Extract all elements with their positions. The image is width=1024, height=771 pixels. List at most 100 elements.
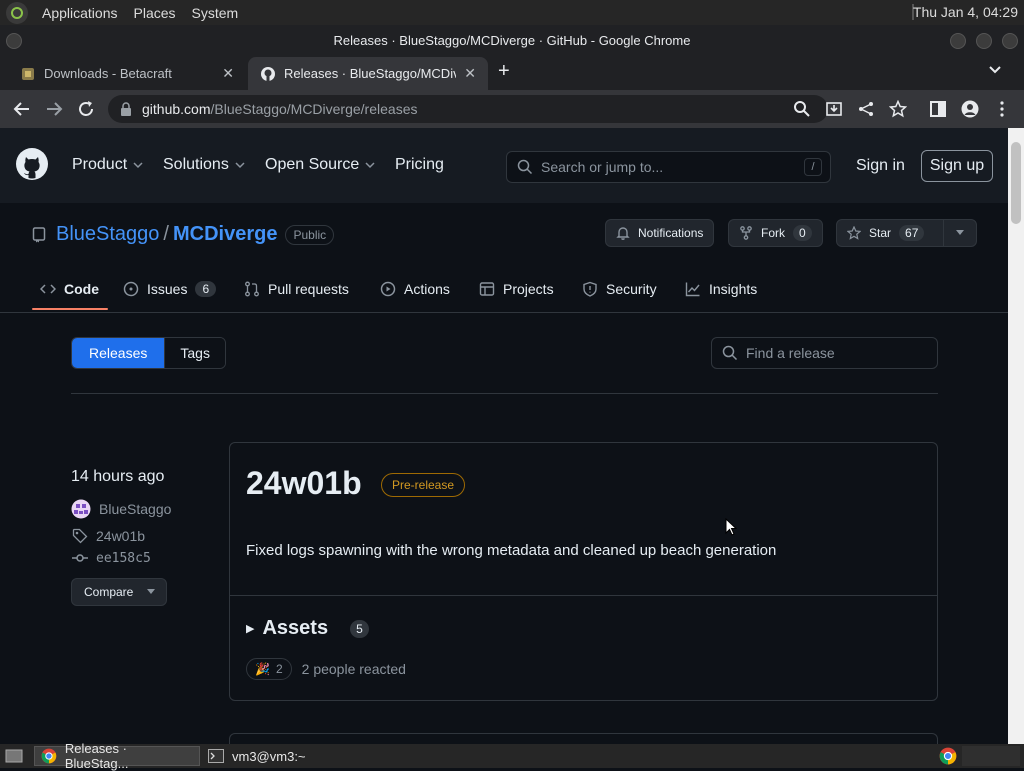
tab-label: Downloads - Betacraft bbox=[44, 66, 172, 81]
author-name: BlueStaggo bbox=[99, 501, 172, 517]
terminal-icon bbox=[208, 749, 224, 763]
find-release-input[interactable]: Find a release bbox=[711, 337, 938, 369]
release-commit-link[interactable]: ee158c5 bbox=[72, 550, 151, 566]
triangle-right-icon: ▶ bbox=[246, 623, 255, 635]
issues-count: 6 bbox=[195, 281, 217, 297]
sign-in-link[interactable]: Sign in bbox=[856, 157, 905, 175]
search-icon bbox=[517, 159, 533, 175]
taskbar-item-label: vm3@vm3:~ bbox=[232, 748, 306, 764]
minimize-icon[interactable] bbox=[950, 33, 966, 49]
sign-up-button[interactable]: Sign up bbox=[921, 150, 993, 182]
nav-pricing[interactable]: Pricing bbox=[395, 156, 444, 174]
table-icon bbox=[479, 282, 495, 296]
tray-chrome-icon[interactable] bbox=[936, 746, 960, 766]
close-window-icon[interactable] bbox=[1002, 33, 1018, 49]
tab-projects[interactable]: Projects bbox=[479, 281, 554, 297]
tab-releases[interactable]: Releases · BlueStaggo/MCDiv ✕ bbox=[248, 57, 488, 90]
chrome-icon bbox=[41, 748, 57, 764]
maximize-icon[interactable] bbox=[976, 33, 992, 49]
party-popper-icon: 🎉 bbox=[255, 662, 270, 676]
repo-name-link[interactable]: MCDiverge bbox=[173, 223, 277, 246]
star-list-dropdown[interactable] bbox=[943, 219, 977, 247]
compare-button[interactable]: Compare bbox=[71, 578, 167, 606]
repo-owner-link[interactable]: BlueStaggo bbox=[56, 223, 159, 246]
reaction-button[interactable]: 🎉 2 bbox=[246, 658, 292, 680]
taskbar-item-terminal[interactable]: vm3@vm3:~ bbox=[202, 746, 368, 766]
new-tab-icon[interactable]: + bbox=[498, 60, 510, 83]
taskbar-item-chrome[interactable]: Releases · BlueStag... bbox=[34, 741, 200, 771]
tab-search-chevron-icon[interactable] bbox=[988, 63, 1002, 77]
tab-betacraft[interactable]: Downloads - Betacraft ✕ bbox=[8, 57, 246, 90]
bookmark-star-icon[interactable] bbox=[889, 100, 907, 118]
os-menu-places[interactable]: Places bbox=[134, 5, 176, 21]
notifications-button[interactable]: Notifications bbox=[605, 219, 715, 247]
url-host: github.com bbox=[142, 101, 211, 117]
forward-arrow-icon[interactable] bbox=[44, 99, 64, 119]
github-logo-icon[interactable] bbox=[16, 148, 48, 180]
reload-icon[interactable] bbox=[76, 99, 96, 119]
lock-icon[interactable] bbox=[120, 102, 132, 116]
zoom-search-icon[interactable] bbox=[793, 100, 811, 118]
tab-actions[interactable]: Actions bbox=[380, 281, 450, 297]
side-panel-icon[interactable] bbox=[929, 100, 947, 118]
url-path: /BlueStaggo/MCDiverge/releases bbox=[210, 101, 418, 117]
back-arrow-icon[interactable] bbox=[12, 99, 32, 119]
search-placeholder: Search or jump to... bbox=[541, 159, 664, 175]
play-icon bbox=[380, 281, 396, 297]
pull-request-icon bbox=[245, 281, 259, 297]
os-menu-applications[interactable]: Applications bbox=[42, 5, 118, 21]
graph-icon bbox=[685, 282, 700, 297]
shield-icon bbox=[583, 281, 597, 297]
os-menu-logo-icon[interactable] bbox=[6, 1, 28, 24]
compare-label: Compare bbox=[84, 585, 134, 599]
os-taskbar: Releases · BlueStag... vm3@vm3:~ bbox=[0, 741, 1024, 771]
tab-security[interactable]: Security bbox=[582, 281, 657, 297]
tab-pull-requests[interactable]: Pull requests bbox=[244, 281, 349, 297]
page-scrollbar[interactable] bbox=[1008, 128, 1024, 744]
chevron-down-icon bbox=[365, 162, 375, 169]
nav-solutions[interactable]: Solutions bbox=[163, 156, 245, 174]
release-title-link[interactable]: 24w01b bbox=[246, 465, 362, 502]
caret-down-icon bbox=[147, 589, 156, 594]
search-icon bbox=[722, 345, 738, 361]
assets-toggle[interactable]: ▶ Assets 5 bbox=[246, 617, 369, 640]
star-count: 67 bbox=[899, 225, 925, 241]
mouse-cursor-icon bbox=[725, 518, 737, 536]
release-time[interactable]: 14 hours ago bbox=[71, 468, 164, 486]
os-menu-system[interactable]: System bbox=[192, 5, 239, 21]
os-clock[interactable]: Thu Jan 4, 04:29 bbox=[913, 4, 1018, 20]
scrollbar-thumb[interactable] bbox=[1011, 142, 1021, 224]
star-button[interactable]: Star 67 bbox=[836, 219, 944, 247]
fork-icon bbox=[740, 226, 752, 240]
releases-tags-toggle: Releases Tags bbox=[71, 337, 226, 369]
fork-button[interactable]: Fork 0 bbox=[728, 219, 823, 247]
tab-issues[interactable]: Issues 6 bbox=[123, 281, 217, 297]
release-tag-link[interactable]: 24w01b bbox=[72, 528, 145, 544]
profile-icon[interactable] bbox=[961, 100, 979, 118]
bell-icon bbox=[616, 227, 630, 240]
tab-code[interactable]: Code bbox=[40, 281, 99, 297]
release-author[interactable]: BlueStaggo bbox=[71, 499, 171, 519]
tab-close-icon[interactable]: ✕ bbox=[464, 65, 476, 82]
find-release-placeholder: Find a release bbox=[746, 345, 835, 361]
repo-icon bbox=[32, 226, 46, 242]
workspace-switcher[interactable] bbox=[962, 746, 1020, 766]
fork-count: 0 bbox=[793, 225, 812, 241]
tags-tab-button[interactable]: Tags bbox=[164, 338, 225, 368]
search-input[interactable]: Search or jump to... / bbox=[506, 151, 831, 183]
window-menu-icon[interactable] bbox=[6, 33, 22, 49]
address-bar[interactable]: github.com/BlueStaggo/MCDiverge/releases bbox=[108, 95, 828, 123]
nav-open-source[interactable]: Open Source bbox=[265, 156, 375, 174]
chevron-down-icon bbox=[235, 162, 245, 169]
tab-actions-label: Actions bbox=[404, 281, 450, 297]
nav-product[interactable]: Product bbox=[72, 156, 143, 174]
show-desktop-icon[interactable] bbox=[2, 746, 28, 766]
install-app-icon[interactable] bbox=[825, 100, 843, 118]
kebab-menu-icon[interactable] bbox=[993, 100, 1011, 118]
tab-label: Releases · BlueStaggo/MCDiv bbox=[284, 66, 457, 81]
prerelease-badge: Pre-release bbox=[381, 473, 466, 497]
releases-tab-button[interactable]: Releases bbox=[72, 338, 165, 368]
tab-insights[interactable]: Insights bbox=[685, 281, 757, 297]
share-icon[interactable] bbox=[857, 100, 875, 118]
tab-close-icon[interactable]: ✕ bbox=[222, 65, 234, 82]
